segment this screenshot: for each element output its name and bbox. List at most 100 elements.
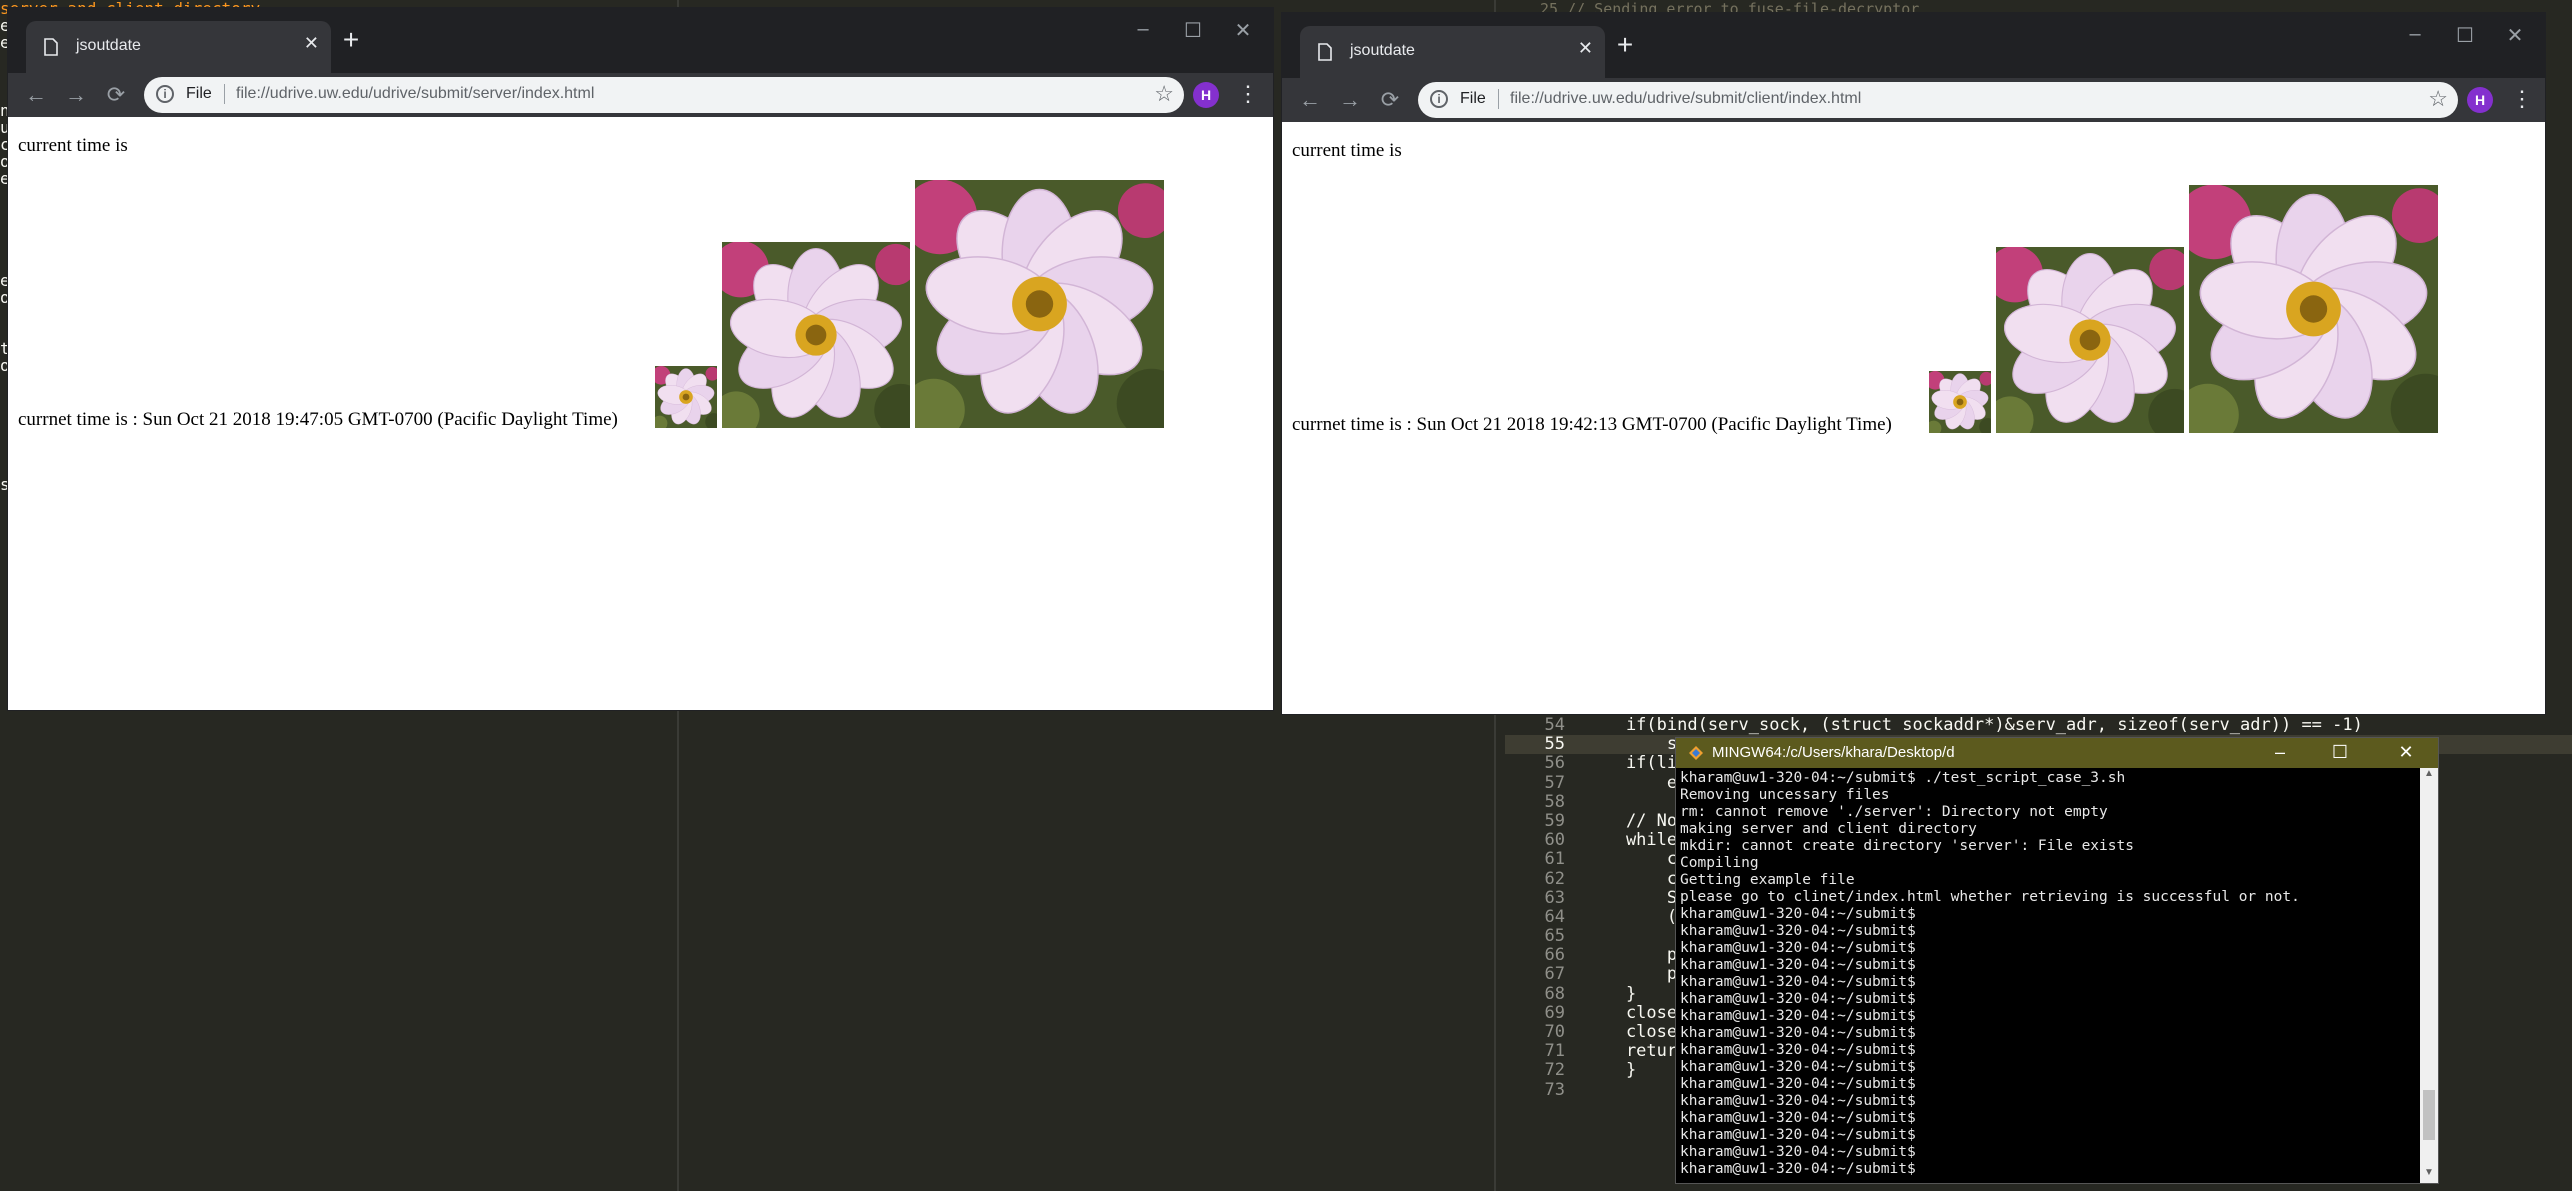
code-text: p <box>1585 964 1678 985</box>
code-text: while <box>1585 830 1678 851</box>
terminal-line: kharam@uw1-320-04:~/submit$ ./test_scrip… <box>1680 770 2126 786</box>
browser-titlebar: jsoutdate ✕ + – ☐ ✕ <box>8 8 1273 73</box>
flower-image-small <box>1929 371 1991 433</box>
flower-image-large <box>2189 185 2438 433</box>
line-number: 62 <box>1544 868 1565 889</box>
code-text: ( <box>1585 906 1678 927</box>
terminal-line: kharam@uw1-320-04:~/submit$ <box>1680 923 1916 939</box>
line-number: 66 <box>1544 945 1565 966</box>
terminal-line: kharam@uw1-320-04:~/submit$ <box>1680 1076 1916 1092</box>
line-number: 69 <box>1544 1002 1565 1023</box>
terminal-line: kharam@uw1-320-04:~/submit$ <box>1680 1144 1916 1160</box>
terminal-line: kharam@uw1-320-04:~/submit$ <box>1680 957 1916 973</box>
terminal-line: Getting example file <box>1680 872 1855 888</box>
tab-title: jsoutdate <box>1350 42 1415 59</box>
back-arrow-icon[interactable]: ← <box>1296 86 1324 114</box>
line-number: 55 <box>1544 734 1565 755</box>
line-number: 70 <box>1544 1022 1565 1042</box>
terminal-output[interactable]: kharam@uw1-320-04:~/submit$ ./test_scrip… <box>1680 770 2418 1183</box>
code-text: close <box>1585 1002 1678 1023</box>
back-arrow-icon[interactable]: ← <box>22 81 50 109</box>
minimize-icon[interactable]: – <box>2262 742 2298 763</box>
line-number: 65 <box>1544 926 1565 947</box>
maximize-icon[interactable]: ☐ <box>2445 23 2485 48</box>
new-tab-button[interactable]: + <box>1610 31 1640 61</box>
page-icon <box>44 38 58 56</box>
address-bar[interactable]: i File file://udrive.uw.edu/udrive/submi… <box>1418 82 2458 118</box>
close-tab-icon[interactable]: ✕ <box>304 33 319 54</box>
close-window-icon[interactable]: ✕ <box>2388 742 2424 763</box>
code-text: } <box>1585 1060 1637 1081</box>
line-number: 73 <box>1544 1079 1565 1100</box>
code-text: c <box>1585 868 1678 889</box>
mingw-icon <box>1689 746 1703 760</box>
terminal-line: Compiling <box>1680 855 1759 871</box>
terminal-title: MINGW64:/c/Users/khara/Desktop/d <box>1712 744 1955 761</box>
browser-window-server: jsoutdate ✕ + – ☐ ✕ ← → ⟳ i File file://… <box>8 8 1273 710</box>
time-text: currnet time is : Sun Oct 21 2018 19:42:… <box>1292 414 1892 435</box>
terminal-line: making server and client directory <box>1680 821 1977 837</box>
line-number: 56 <box>1544 753 1565 774</box>
bookmark-star-icon[interactable]: ☆ <box>1154 81 1174 107</box>
terminal-scrollbar[interactable]: ▲ ▼ <box>2420 768 2438 1183</box>
code-text: c <box>1585 849 1678 870</box>
tab-jsoutdate[interactable]: jsoutdate ✕ <box>1300 26 1605 78</box>
minimize-icon[interactable]: – <box>2395 23 2435 46</box>
profile-avatar[interactable]: H <box>2467 87 2493 113</box>
flower-image-medium <box>1996 247 2184 433</box>
new-tab-button[interactable]: + <box>336 26 366 56</box>
terminal-line: kharam@uw1-320-04:~/submit$ <box>1680 940 1916 956</box>
maximize-icon[interactable]: ☐ <box>1173 18 1213 43</box>
forward-arrow-icon[interactable]: → <box>1336 86 1364 114</box>
terminal-line: mkdir: cannot create directory 'server':… <box>1680 838 2134 854</box>
scheme-label: File <box>186 85 212 102</box>
page-heading: current time is <box>18 135 128 156</box>
terminal-window: MINGW64:/c/Users/khara/Desktop/d – ☐ ✕ k… <box>1676 738 2438 1183</box>
code-text: retur <box>1585 1041 1678 1062</box>
code-text: if(li <box>1585 753 1678 774</box>
url-text[interactable]: file://udrive.uw.edu/udrive/submit/clien… <box>1510 90 1861 108</box>
reload-icon[interactable]: ⟳ <box>102 81 130 109</box>
forward-arrow-icon[interactable]: → <box>62 81 90 109</box>
address-bar[interactable]: i File file://udrive.uw.edu/udrive/submi… <box>144 77 1184 113</box>
scroll-down-icon[interactable]: ▼ <box>2420 1167 2438 1183</box>
terminal-line: kharam@uw1-320-04:~/submit$ <box>1680 1025 1916 1041</box>
url-text[interactable]: file://udrive.uw.edu/udrive/submit/serve… <box>236 85 594 103</box>
code-text: s <box>1585 734 1678 755</box>
line-number: 60 <box>1544 830 1565 851</box>
tab-jsoutdate[interactable]: jsoutdate ✕ <box>26 21 331 73</box>
terminal-titlebar: MINGW64:/c/Users/khara/Desktop/d – ☐ ✕ <box>1676 738 2438 768</box>
code-text: e <box>1585 772 1678 793</box>
scheme-label: File <box>1460 90 1486 107</box>
kebab-menu-icon[interactable]: ⋮ <box>2511 84 2533 114</box>
code-text: } <box>1585 983 1637 1004</box>
kebab-menu-icon[interactable]: ⋮ <box>1237 79 1259 109</box>
info-icon[interactable]: i <box>156 85 174 103</box>
close-window-icon[interactable]: ✕ <box>1223 18 1263 43</box>
terminal-line: kharam@uw1-320-04:~/submit$ <box>1680 1161 1916 1177</box>
bookmark-star-icon[interactable]: ☆ <box>2428 86 2448 112</box>
line-number: 64 <box>1544 906 1565 927</box>
terminal-line: kharam@uw1-320-04:~/submit$ <box>1680 991 1916 1007</box>
maximize-icon[interactable]: ☐ <box>2322 742 2358 763</box>
code-text: if(bind(serv_sock, (struct sockaddr*)&se… <box>1585 715 2363 735</box>
reload-icon[interactable]: ⟳ <box>1376 86 1404 114</box>
browser-titlebar: jsoutdate ✕ + – ☐ ✕ <box>1282 13 2545 78</box>
page-heading: current time is <box>1292 140 1402 161</box>
terminal-line: kharam@uw1-320-04:~/submit$ <box>1680 1093 1916 1109</box>
minimize-icon[interactable]: – <box>1123 18 1163 41</box>
line-number: 57 <box>1544 772 1565 793</box>
profile-avatar[interactable]: H <box>1193 82 1219 108</box>
close-tab-icon[interactable]: ✕ <box>1578 38 1593 59</box>
terminal-line: Removing uncessary files <box>1680 787 1890 803</box>
scroll-up-icon[interactable]: ▲ <box>2420 768 2438 784</box>
line-number: 67 <box>1544 964 1565 985</box>
info-icon[interactable]: i <box>1430 90 1448 108</box>
close-window-icon[interactable]: ✕ <box>2495 23 2535 48</box>
terminal-line: kharam@uw1-320-04:~/submit$ <box>1680 1008 1916 1024</box>
scroll-thumb[interactable] <box>2423 1090 2435 1140</box>
flower-image-small <box>655 366 717 428</box>
terminal-line: kharam@uw1-320-04:~/submit$ <box>1680 1059 1916 1075</box>
code-line[interactable]: 54 if(bind(serv_sock, (struct sockaddr*)… <box>1505 715 2572 735</box>
